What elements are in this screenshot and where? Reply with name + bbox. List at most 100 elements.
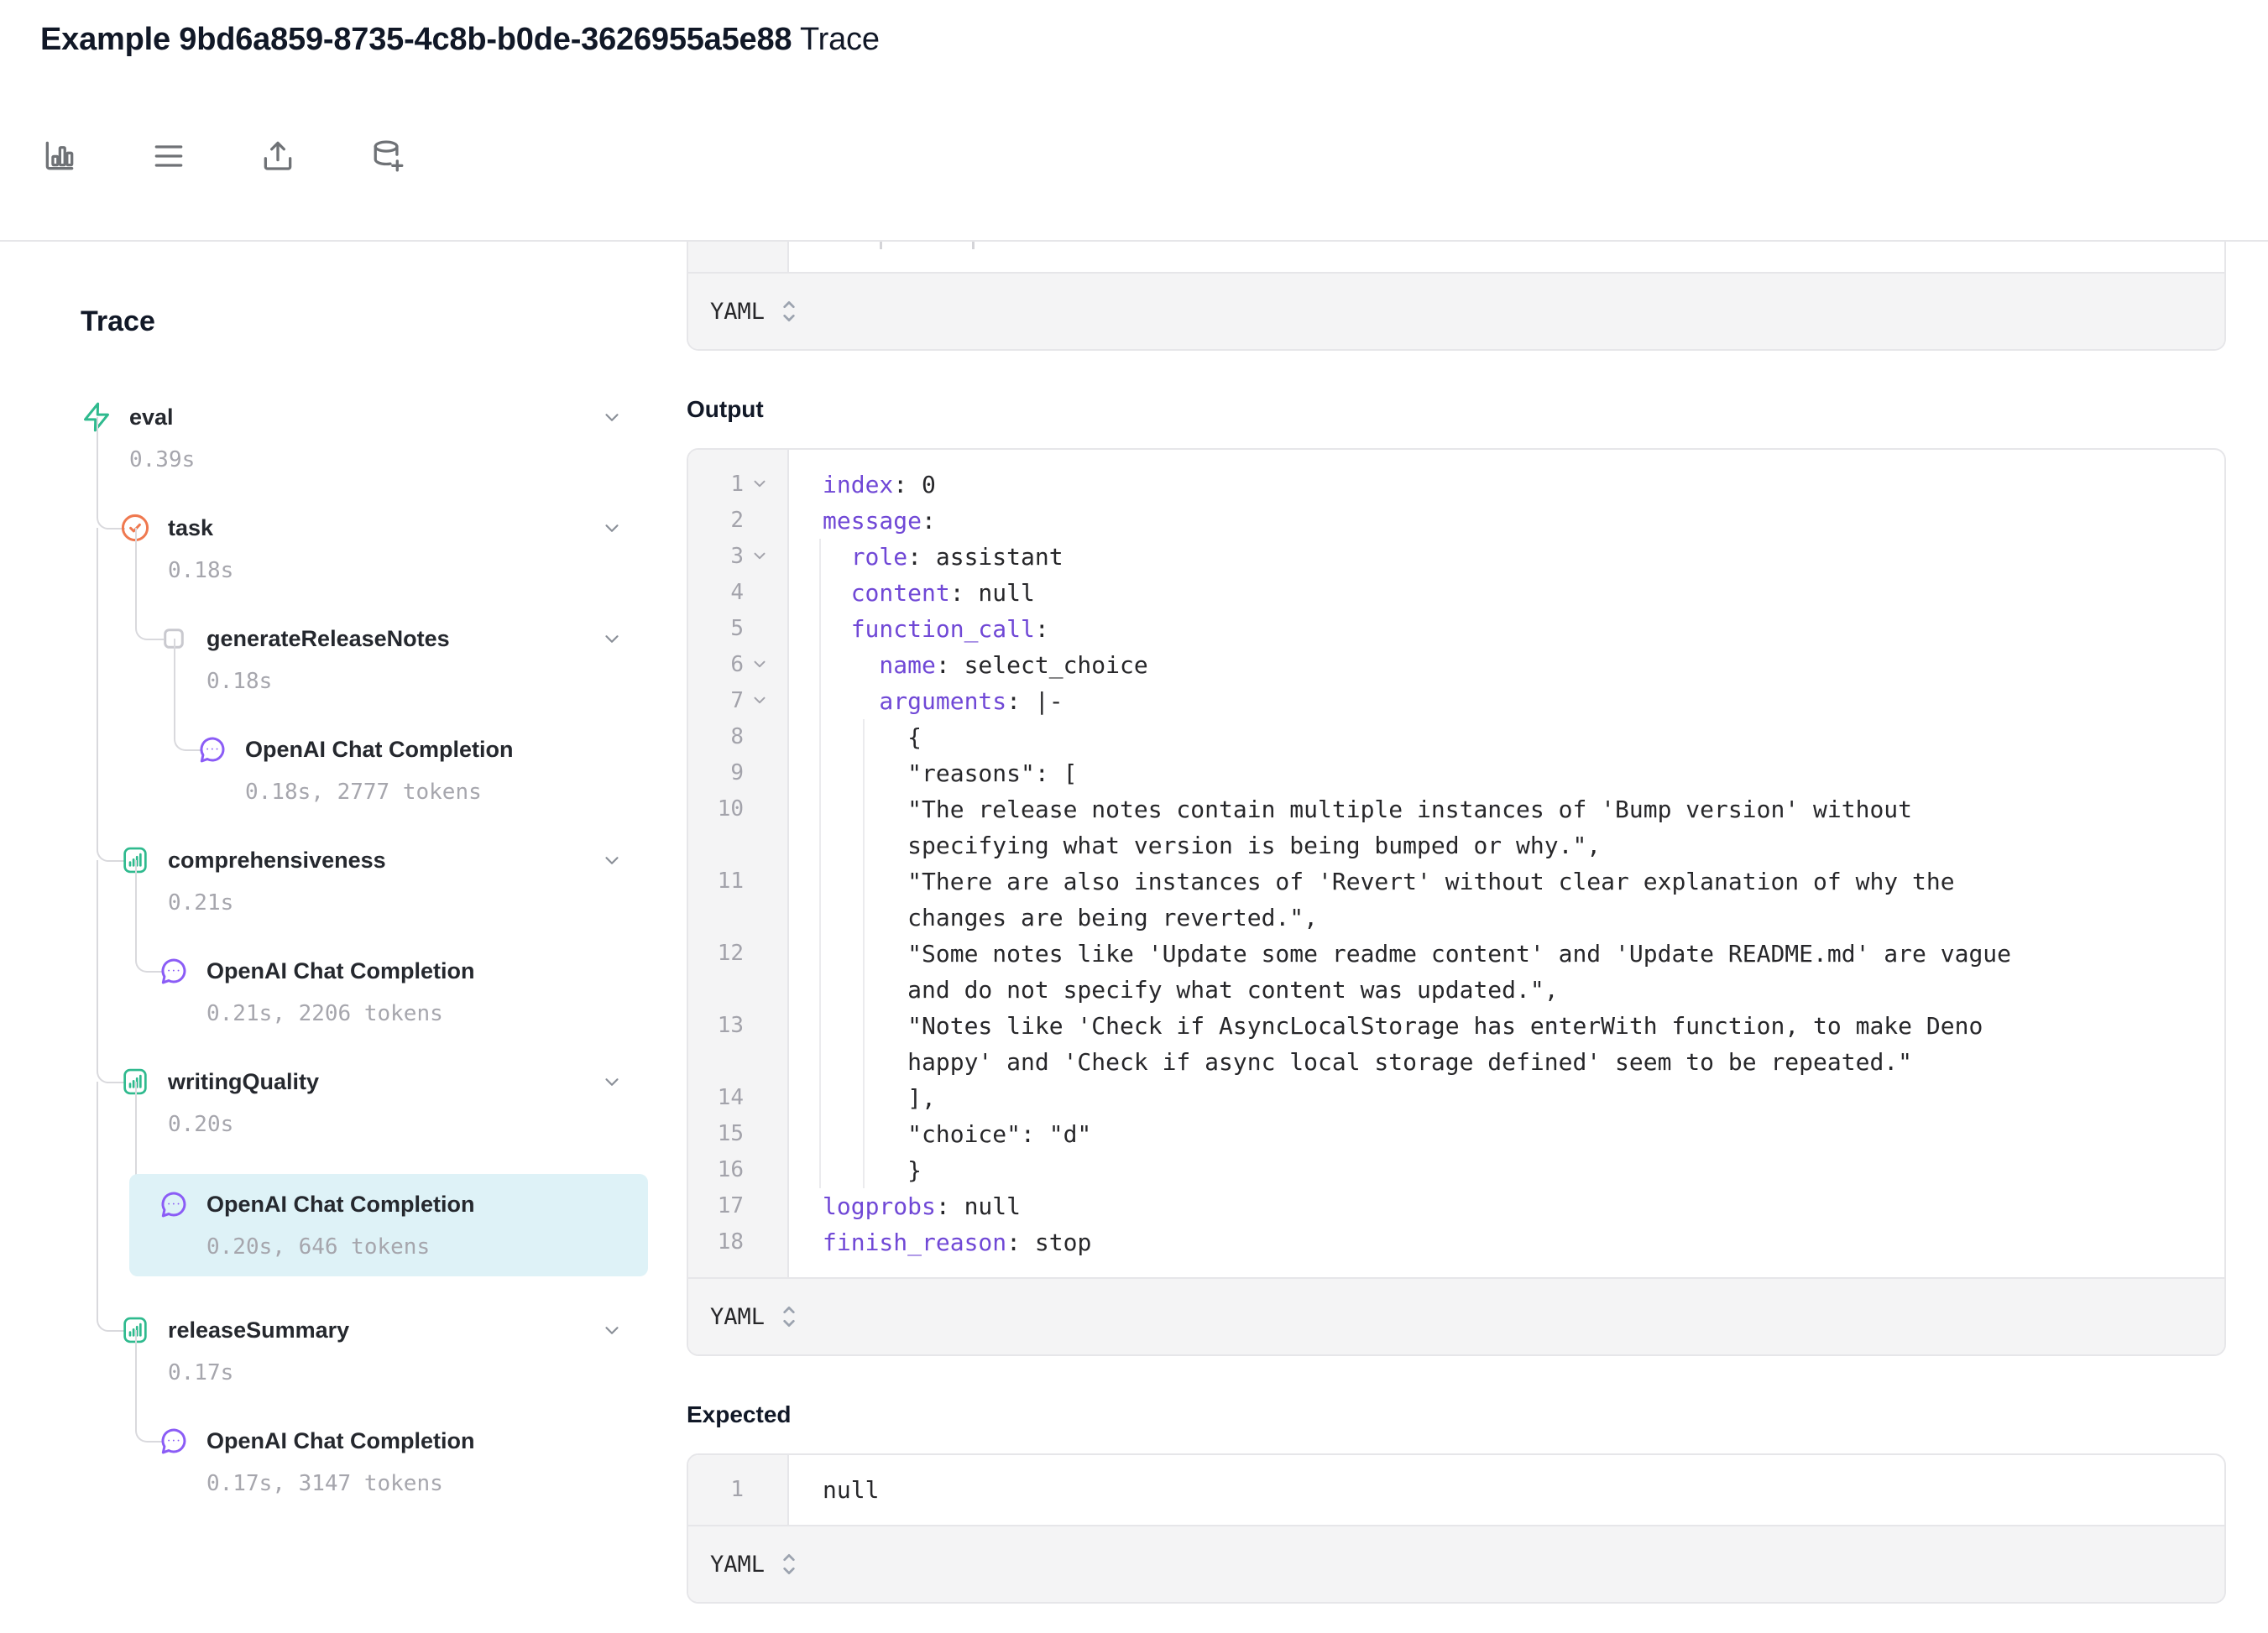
code-line: 5function_call:: [688, 611, 2224, 647]
line-number: 18: [688, 1224, 744, 1260]
fold-chevron-icon[interactable]: [750, 546, 769, 569]
code-line: 17logprobs: null: [688, 1188, 2224, 1224]
chat-icon: [158, 1425, 190, 1457]
line-number: 9: [688, 755, 744, 791]
chevron-down-icon[interactable]: [601, 517, 623, 539]
output-code-viewer: 1index: 02message:3role: assistant4conte…: [688, 450, 2224, 1277]
tree-row[interactable]: OpenAI Chat Completion0.20s, 646 tokens: [129, 1174, 648, 1276]
tree-row[interactable]: OpenAI Chat Completion0.21s, 2206 tokens: [158, 952, 626, 1028]
chat-icon: [196, 733, 228, 765]
span-label: task: [168, 515, 213, 541]
tree-children: task 0.18s generateReleaseNotes0.18s OpenAI…: [119, 474, 626, 1498]
code-line: 15"choice": "d": [688, 1116, 2224, 1152]
code-padding: [688, 1455, 2224, 1472]
tree-row[interactable]: eval0.39s: [81, 399, 626, 474]
line-gutter: 2: [688, 503, 789, 539]
line-number: 1: [688, 467, 744, 503]
format-select[interactable]: YAML: [688, 1525, 2224, 1602]
tree-children: OpenAI Chat Completion0.21s, 2206 tokens: [158, 917, 626, 1028]
code-padding: [688, 1508, 2224, 1525]
code-line: 9"reasons": [: [688, 755, 2224, 791]
tree-row[interactable]: writingQuality0.20s: [119, 1063, 626, 1139]
tree-children: OpenAI Chat Completion0.18s, 2777 tokens: [196, 696, 626, 806]
chat-icon: [158, 955, 190, 987]
line-gutter: 12: [688, 936, 789, 1008]
span-duration: 0.21s: [119, 889, 626, 917]
code-line: 2message:: [688, 503, 2224, 539]
tree-children: generateReleaseNotes0.18s OpenAI Chat Com…: [158, 585, 626, 806]
tree-row[interactable]: task 0.18s: [119, 509, 626, 585]
trace-node: OpenAI Chat Completion0.18s, 2777 tokens: [196, 731, 626, 806]
export-button[interactable]: [259, 138, 297, 176]
line-gutter: 10: [688, 791, 789, 863]
span-label: generateReleaseNotes: [206, 626, 450, 652]
clipped-code-area: [688, 242, 2224, 272]
trace-sidebar: Trace eval0.39stask0.18sgenerateReleaseN…: [0, 242, 687, 1498]
page-title-suffix: Trace: [800, 22, 880, 57]
line-number: 5: [688, 611, 744, 647]
span-duration: 0.20s, 646 tokens: [158, 1233, 648, 1261]
detail-panel: YAML Output 1index: 02message:3role: ass…: [687, 242, 2268, 1604]
trace-tree: eval0.39stask0.18sgenerateReleaseNotes0.…: [81, 399, 626, 1498]
format-select[interactable]: YAML: [688, 272, 2224, 349]
code-line: 12"Some notes like 'Update some readme c…: [688, 936, 2224, 1008]
page-header: Example 9bd6a859-8735-4c8b-b0de-3626955a…: [0, 0, 2268, 59]
line-number: 3: [688, 539, 744, 575]
code-line: 6name: select_choice: [688, 647, 2224, 683]
line-gutter: 16: [688, 1152, 789, 1188]
code-line: 11"There are also instances of 'Revert' …: [688, 863, 2224, 936]
clipped-text-fragment: [789, 242, 2224, 272]
trace-node: task 0.18s generateReleaseNotes0.18s OpenAI…: [119, 509, 626, 806]
span-duration: 0.18s: [119, 556, 626, 585]
tree-row[interactable]: generateReleaseNotes0.18s: [158, 620, 626, 696]
menu-button[interactable]: [149, 138, 188, 176]
chevron-updown-icon: [778, 1550, 800, 1578]
trace-node: OpenAI Chat Completion 0.17s, 3147 tokens: [158, 1422, 626, 1498]
line-gutter: 7: [688, 683, 789, 719]
tree-row[interactable]: comprehensiveness0.21s: [119, 842, 626, 917]
fold-chevron-icon[interactable]: [750, 474, 769, 497]
line-gutter: 15: [688, 1116, 789, 1152]
format-select[interactable]: YAML: [688, 1277, 2224, 1354]
toolbar: [0, 138, 2268, 176]
output-heading: Output: [687, 396, 2226, 423]
output-panel: 1index: 02message:3role: assistant4conte…: [687, 448, 2226, 1356]
line-gutter: 4: [688, 575, 789, 611]
expected-panel: 1null YAML: [687, 1453, 2226, 1604]
tree-children: OpenAI Chat Completion0.20s, 646 tokens: [158, 1139, 626, 1276]
line-number: 11: [688, 863, 744, 900]
fold-chevron-icon[interactable]: [750, 691, 769, 713]
line-gutter: 8: [688, 719, 789, 755]
chevron-updown-icon: [778, 1302, 800, 1331]
trace-node: OpenAI Chat Completion0.21s, 2206 tokens: [158, 952, 626, 1028]
tree-row[interactable]: OpenAI Chat Completion 0.17s, 3147 tokens: [158, 1422, 626, 1498]
line-number: 14: [688, 1080, 744, 1116]
chevron-down-icon[interactable]: [601, 849, 623, 871]
tree-row[interactable]: releaseSummary0.17s: [119, 1312, 626, 1387]
code-line: 7arguments: |-: [688, 683, 2224, 719]
tree-row[interactable]: OpenAI Chat Completion0.18s, 2777 tokens: [196, 731, 626, 806]
format-select-value: YAML: [710, 1552, 765, 1578]
fold-chevron-icon[interactable]: [750, 655, 769, 677]
bar-chart-icon: [41, 138, 78, 177]
chevron-down-icon[interactable]: [601, 628, 623, 650]
span-label: OpenAI Chat Completion: [245, 737, 514, 763]
span-duration: 0.17s, 3147 tokens: [158, 1469, 626, 1498]
line-gutter: 6: [688, 647, 789, 683]
line-gutter: 9: [688, 755, 789, 791]
chevron-down-icon[interactable]: [601, 1319, 623, 1341]
span-label: OpenAI Chat Completion: [206, 1428, 475, 1454]
sidebar-heading: Trace: [81, 305, 687, 338]
chevron-down-icon[interactable]: [601, 406, 623, 428]
chevron-down-icon[interactable]: [601, 1071, 623, 1093]
add-to-dataset-button[interactable]: [368, 138, 406, 176]
line-gutter: 17: [688, 1188, 789, 1224]
code-line: 4content: null: [688, 575, 2224, 611]
span-duration: 0.21s, 2206 tokens: [158, 999, 626, 1028]
line-number: 10: [688, 791, 744, 827]
line-gutter: 18: [688, 1224, 789, 1260]
bar-chart-button[interactable]: [40, 138, 79, 176]
line-number: 12: [688, 936, 744, 972]
line-number: 6: [688, 647, 744, 683]
code-line: 10"The release notes contain multiple in…: [688, 791, 2224, 863]
